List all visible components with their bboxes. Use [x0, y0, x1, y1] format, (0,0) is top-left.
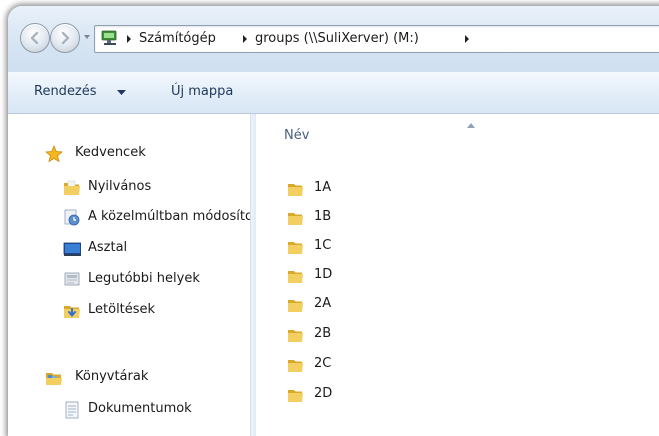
- file-list: Név 1A 1B 1C 1D 2A 2B 2C 2D: [256, 114, 659, 436]
- column-header-name[interactable]: Név: [284, 128, 309, 143]
- folder-icon: [288, 330, 303, 342]
- breadcrumb-groups-drive[interactable]: groups (\\SuliXerver) (M:): [255, 31, 419, 46]
- file-name: 1B: [314, 209, 332, 224]
- folder-icon: [288, 271, 303, 283]
- list-item[interactable]: 1A: [286, 178, 406, 200]
- list-item[interactable]: 1D: [286, 265, 406, 287]
- organize-button[interactable]: Rendezés: [34, 84, 97, 99]
- recent-pages-dropdown-icon[interactable]: [82, 32, 92, 42]
- address-row: Számítógép groups (\\SuliXerver) (M:): [8, 6, 659, 72]
- breadcrumb-separator-icon[interactable]: [241, 34, 249, 44]
- file-name: 2D: [314, 386, 333, 401]
- nav-favorites-label: Kedvencek: [75, 145, 146, 160]
- folder-icon: [288, 184, 303, 196]
- file-name: 2C: [314, 356, 332, 371]
- network-drive-icon: [101, 30, 117, 45]
- breadcrumb-computer[interactable]: Számítógép: [139, 31, 216, 46]
- folder-icon: [288, 242, 303, 254]
- navigation-pane: Kedvencek Nyilvános A közelmúltban módos…: [8, 114, 263, 436]
- file-name: 2A: [314, 296, 332, 311]
- arrow-left-icon: [30, 31, 39, 45]
- folder-icon: [288, 390, 303, 402]
- list-item[interactable]: 2C: [286, 354, 406, 376]
- file-name: 2B: [314, 326, 332, 341]
- list-item[interactable]: 1B: [286, 207, 406, 229]
- file-name: 1A: [314, 180, 332, 195]
- documents-icon: [65, 401, 79, 419]
- folder-icon: [288, 213, 303, 225]
- star-icon: [45, 145, 63, 163]
- explorer-window: Számítógép groups (\\SuliXerver) (M:) Re…: [8, 6, 659, 436]
- list-item[interactable]: 1C: [286, 236, 406, 258]
- nav-favorites[interactable]: Kedvencek: [45, 143, 275, 165]
- folder-icon: [288, 300, 303, 312]
- nav-item-label: Letöltések: [88, 302, 156, 317]
- folder-icon: [64, 180, 80, 196]
- nav-libraries[interactable]: Könyvtárak: [45, 367, 275, 389]
- address-bar[interactable]: Számítógép groups (\\SuliXerver) (M:): [94, 25, 659, 53]
- arrow-right-icon: [61, 31, 70, 45]
- nav-item-label: A közelmúltban módosított: [88, 209, 264, 224]
- downloads-icon: [64, 306, 80, 318]
- forward-button[interactable]: [50, 23, 80, 53]
- file-name: 1C: [314, 238, 332, 253]
- recent-places-icon: [64, 272, 80, 286]
- breadcrumb-separator-icon[interactable]: [125, 34, 133, 44]
- back-button[interactable]: [20, 23, 50, 53]
- sort-ascending-icon: [467, 123, 475, 128]
- recent-changes-icon: [64, 209, 80, 226]
- libraries-icon: [46, 373, 62, 385]
- command-bar: Rendezés Új mappa: [8, 72, 659, 114]
- list-item[interactable]: 2A: [286, 294, 406, 316]
- chevron-down-icon[interactable]: [117, 90, 126, 96]
- nav-item-label: Dokumentumok: [88, 401, 192, 416]
- desktop-icon: [63, 242, 81, 256]
- breadcrumb-separator-icon[interactable]: [463, 34, 471, 44]
- new-folder-button[interactable]: Új mappa: [171, 84, 233, 99]
- nav-item-label: Nyilvános: [88, 179, 152, 194]
- file-name: 1D: [314, 267, 333, 282]
- folder-icon: [288, 360, 303, 372]
- nav-item-label: Asztal: [88, 240, 128, 255]
- list-item[interactable]: 2B: [286, 324, 406, 346]
- nav-libraries-label: Könyvtárak: [75, 369, 149, 384]
- nav-item-label: Legutóbbi helyek: [88, 271, 200, 286]
- list-item[interactable]: 2D: [286, 384, 406, 406]
